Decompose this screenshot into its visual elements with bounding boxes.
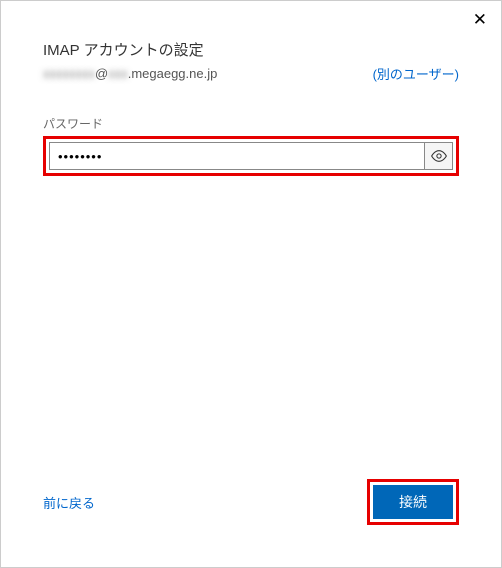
close-button[interactable]: ✕ [473,11,487,28]
email-row: xxxxxxxx@xxx.megaegg.ne.jp (別のユーザー) [43,64,459,83]
connect-highlight-box: 接続 [367,479,459,525]
eye-icon [431,150,447,162]
reveal-password-button[interactable] [424,143,452,169]
email-sub-masked: xxx [108,66,128,81]
email-at: @ [95,66,108,81]
password-input[interactable] [50,143,424,169]
password-field [49,142,453,170]
password-highlight-box [43,136,459,176]
dialog-footer: 前に戻る 接続 [43,479,459,525]
imap-account-setup-dialog: ✕ IMAP アカウントの設定 xxxxxxxx@xxx.megaegg.ne.… [1,1,501,567]
connect-button[interactable]: 接続 [373,485,453,519]
password-label: パスワード [43,115,459,132]
email-domain: .megaegg.ne.jp [128,66,218,81]
email-user-masked: xxxxxxxx [43,66,95,81]
dialog-title: IMAP アカウントの設定 [43,39,459,60]
back-link[interactable]: 前に戻る [43,493,95,512]
dialog-content: IMAP アカウントの設定 xxxxxxxx@xxx.megaegg.ne.jp… [43,39,459,176]
account-email: xxxxxxxx@xxx.megaegg.ne.jp [43,66,217,81]
other-user-link[interactable]: (別のユーザー) [373,64,459,83]
close-icon: ✕ [473,10,487,29]
